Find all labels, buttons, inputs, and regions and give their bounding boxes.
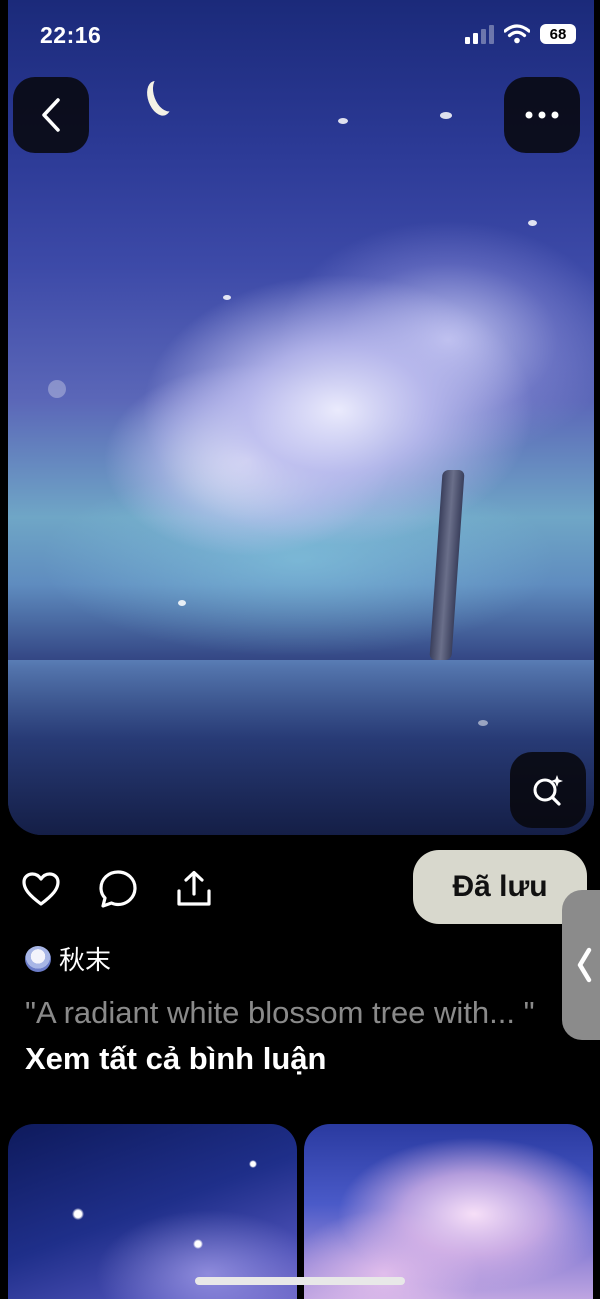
avatar[interactable] — [25, 945, 51, 972]
petal — [223, 295, 231, 300]
status-icons: 68 — [465, 24, 576, 44]
petal — [338, 118, 348, 124]
related-pin-thumbnail[interactable] — [8, 1124, 297, 1299]
signal-icon — [465, 24, 494, 44]
share-button[interactable] — [172, 867, 216, 911]
author-name[interactable]: 秋末 — [59, 940, 111, 977]
back-icon — [42, 98, 60, 132]
side-panel-handle[interactable] — [562, 890, 600, 1040]
see-all-comments-link[interactable]: Xem tất cả bình luận — [25, 1041, 326, 1076]
petal — [528, 220, 537, 226]
water-reflection — [8, 660, 594, 835]
petal — [178, 600, 186, 606]
pin-description: "A radiant white blossom tree with... " … — [25, 990, 545, 1082]
back-button[interactable] — [13, 77, 89, 153]
comment-button[interactable] — [96, 867, 140, 911]
heart-icon — [22, 872, 60, 906]
chevron-left-icon — [577, 947, 592, 983]
action-bar: Đã lưu — [0, 850, 600, 930]
pin-detail-screen: 22:16 68 Đã lưu 秋末 "A radiant white blos… — [0, 0, 600, 1299]
home-indicator[interactable] — [195, 1277, 405, 1285]
battery-icon: 68 — [540, 24, 576, 44]
comment-icon — [99, 870, 137, 908]
tree-trunk — [429, 470, 465, 660]
wifi-icon — [504, 24, 530, 44]
share-icon — [177, 870, 211, 906]
author-row[interactable]: 秋末 — [25, 940, 111, 977]
moon — [149, 73, 182, 114]
description-quote: "A radiant white blossom tree with... " — [25, 995, 535, 1030]
visual-search-icon — [533, 775, 563, 806]
saved-button[interactable]: Đã lưu — [413, 850, 587, 924]
visual-search-button[interactable] — [510, 752, 586, 828]
more-icon — [525, 111, 559, 119]
like-button[interactable] — [19, 867, 63, 911]
status-bar: 22:16 68 — [0, 0, 600, 70]
petal — [478, 720, 488, 726]
petal — [48, 380, 66, 398]
petal — [440, 112, 452, 119]
status-time: 22:16 — [40, 22, 102, 48]
more-options-button[interactable] — [504, 77, 580, 153]
related-pin-thumbnail[interactable] — [304, 1124, 593, 1299]
